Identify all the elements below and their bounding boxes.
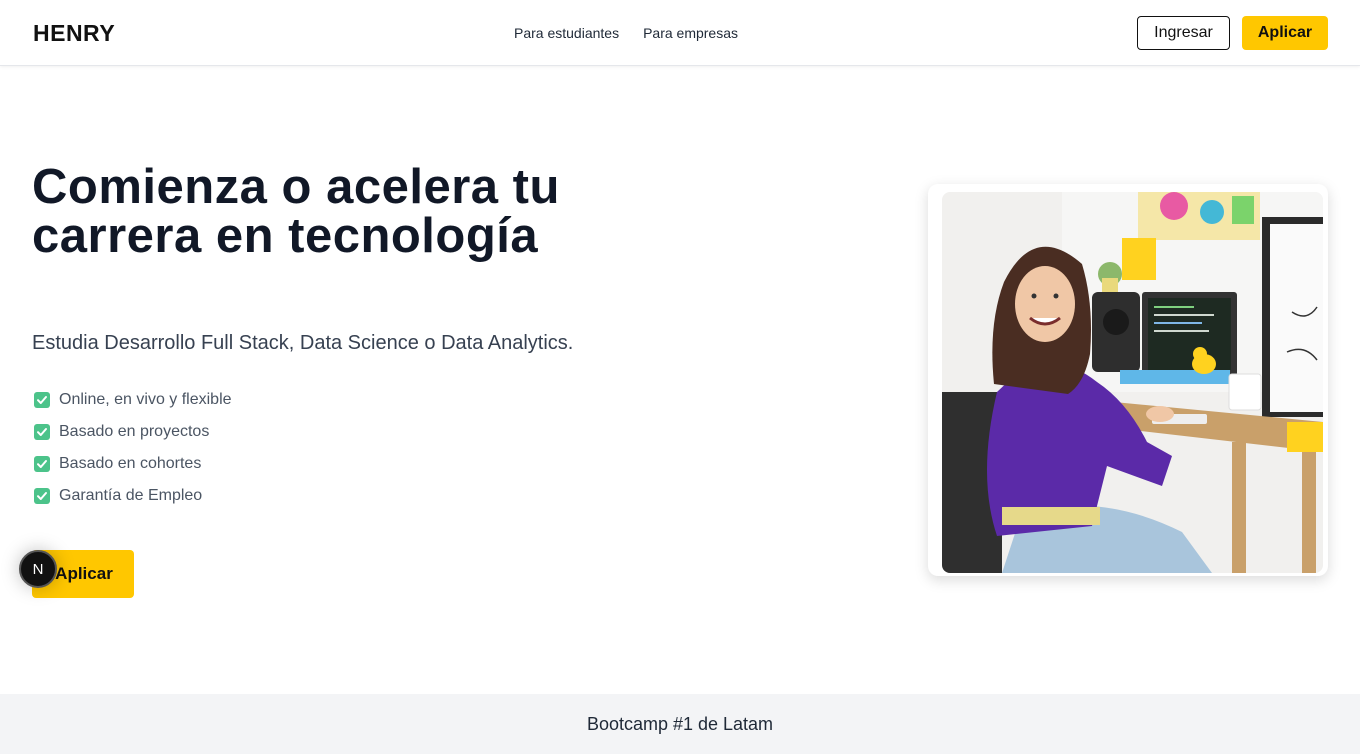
apply-button-nav[interactable]: Aplicar [1242, 16, 1328, 50]
student-illustration [942, 192, 1323, 573]
bootcamp-banner: Bootcamp #1 de Latam [0, 694, 1360, 754]
feature-label: Garantía de Empleo [59, 487, 203, 504]
feature-label: Basado en proyectos [59, 423, 210, 440]
check-icon [34, 392, 50, 408]
feature-item: Basado en cohortes [34, 448, 232, 480]
main-nav: Para estudiantes Para empresas [514, 25, 738, 41]
check-icon [34, 488, 50, 504]
feature-label: Basado en cohortes [59, 455, 202, 472]
login-button[interactable]: Ingresar [1137, 16, 1230, 50]
hero-title: Comienza o acelera tu carrera en tecnolo… [32, 160, 560, 263]
feature-item: Online, en vivo y flexible [34, 384, 232, 416]
nav-link-empresas[interactable]: Para empresas [643, 25, 738, 41]
dev-badge[interactable]: N [19, 550, 57, 588]
hero-photo-card [928, 184, 1328, 576]
navbar: HENRY Para estudiantes Para empresas Ing… [0, 0, 1360, 66]
hero-subtitle: Estudia Desarrollo Full Stack, Data Scie… [32, 332, 574, 354]
nav-link-estudiantes[interactable]: Para estudiantes [514, 25, 619, 41]
feature-item: Basado en proyectos [34, 416, 232, 448]
check-icon [34, 424, 50, 440]
feature-list: Online, en vivo y flexible Basado en pro… [34, 384, 232, 512]
henry-logo[interactable]: HENRY [33, 20, 115, 47]
hero-photo [942, 192, 1323, 573]
feature-item: Garantía de Empleo [34, 480, 232, 512]
banner-text: Bootcamp #1 de Latam [586, 713, 774, 734]
feature-label: Online, en vivo y flexible [59, 391, 232, 408]
check-icon [34, 456, 50, 472]
